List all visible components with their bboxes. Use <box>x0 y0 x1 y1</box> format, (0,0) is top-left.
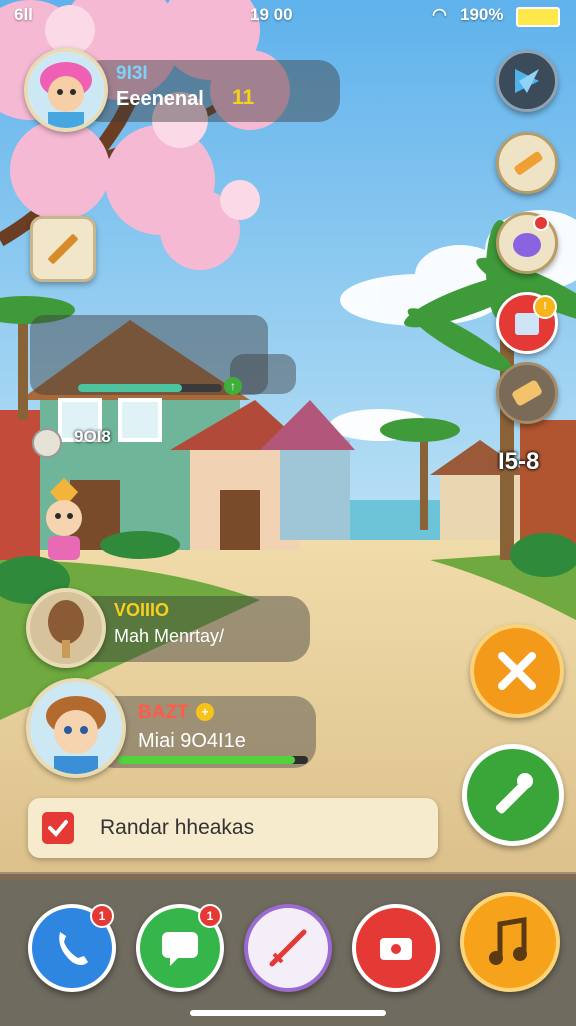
sword-icon <box>269 929 307 967</box>
close-icon <box>498 652 536 690</box>
close-button[interactable] <box>470 624 564 718</box>
compass-icon <box>515 69 539 93</box>
notice-text: Randar hheakas <box>100 816 255 839</box>
sword-button[interactable] <box>244 904 332 992</box>
friend-progress-track <box>118 756 308 764</box>
music-button[interactable] <box>460 892 560 992</box>
upgrade-icon[interactable]: ↑ <box>224 377 242 395</box>
signal-indicator: 6ll <box>14 5 33 24</box>
chat-badge: 1 <box>198 904 222 928</box>
map-button[interactable] <box>496 50 558 112</box>
notification-dot <box>533 215 549 231</box>
gem-button[interactable] <box>496 212 558 274</box>
player-id: 9I3I <box>116 63 148 84</box>
chat-button[interactable]: 1 <box>136 904 224 992</box>
build-action-button[interactable] <box>462 744 564 846</box>
building-progress-fill <box>78 384 182 392</box>
build-tool-button[interactable] <box>30 216 96 282</box>
friend-progress-fill <box>118 756 295 764</box>
home-indicator[interactable] <box>190 1010 386 1016</box>
hammer-icon <box>495 773 533 814</box>
phone-badge: 1 <box>90 904 114 928</box>
building-count: 9OI8 <box>74 427 111 446</box>
battery-percent: 190% <box>460 5 504 24</box>
character-npc-avatar[interactable] <box>32 478 96 562</box>
wifi-icon: ◠ <box>432 5 447 24</box>
player-level: 11 <box>232 86 255 109</box>
pencil-icon <box>514 151 543 175</box>
scroll-icon <box>512 380 542 406</box>
phone-button[interactable]: 1 <box>28 904 116 992</box>
player-avatar[interactable] <box>24 48 108 132</box>
checkbox-icon[interactable] <box>42 812 74 844</box>
friend-status: Miai 9O4I1e <box>138 730 246 752</box>
event-title: VOIIIO <box>114 600 170 620</box>
box-button[interactable]: ! <box>496 292 558 354</box>
battery-icon <box>516 7 560 27</box>
notice-bar[interactable]: Randar hheakas <box>28 798 438 858</box>
alert-badge-icon: ! <box>533 295 557 319</box>
friend-avatar[interactable] <box>26 678 126 778</box>
friend-name: BAZT <box>138 702 189 723</box>
coin-icon: + <box>196 703 214 721</box>
music-note-icon <box>489 917 527 965</box>
pinecone-icon <box>48 600 84 658</box>
scroll-button[interactable] <box>496 362 558 424</box>
player-name: Eeenenal <box>116 88 204 110</box>
building-progress-track <box>78 384 222 392</box>
status-bar: 6ll 19 00 ◠ 190% <box>0 0 576 30</box>
gear-icon <box>32 428 62 458</box>
edit-button[interactable] <box>496 132 558 194</box>
camera-icon <box>380 938 412 960</box>
pencil-icon <box>48 234 78 264</box>
camera-button[interactable] <box>352 904 440 992</box>
side-counter: I5-8 <box>498 448 540 475</box>
event-subtitle: Mah Menrtay/ <box>114 626 225 646</box>
event-avatar[interactable] <box>26 588 106 668</box>
status-time: 19 00 <box>250 5 293 24</box>
